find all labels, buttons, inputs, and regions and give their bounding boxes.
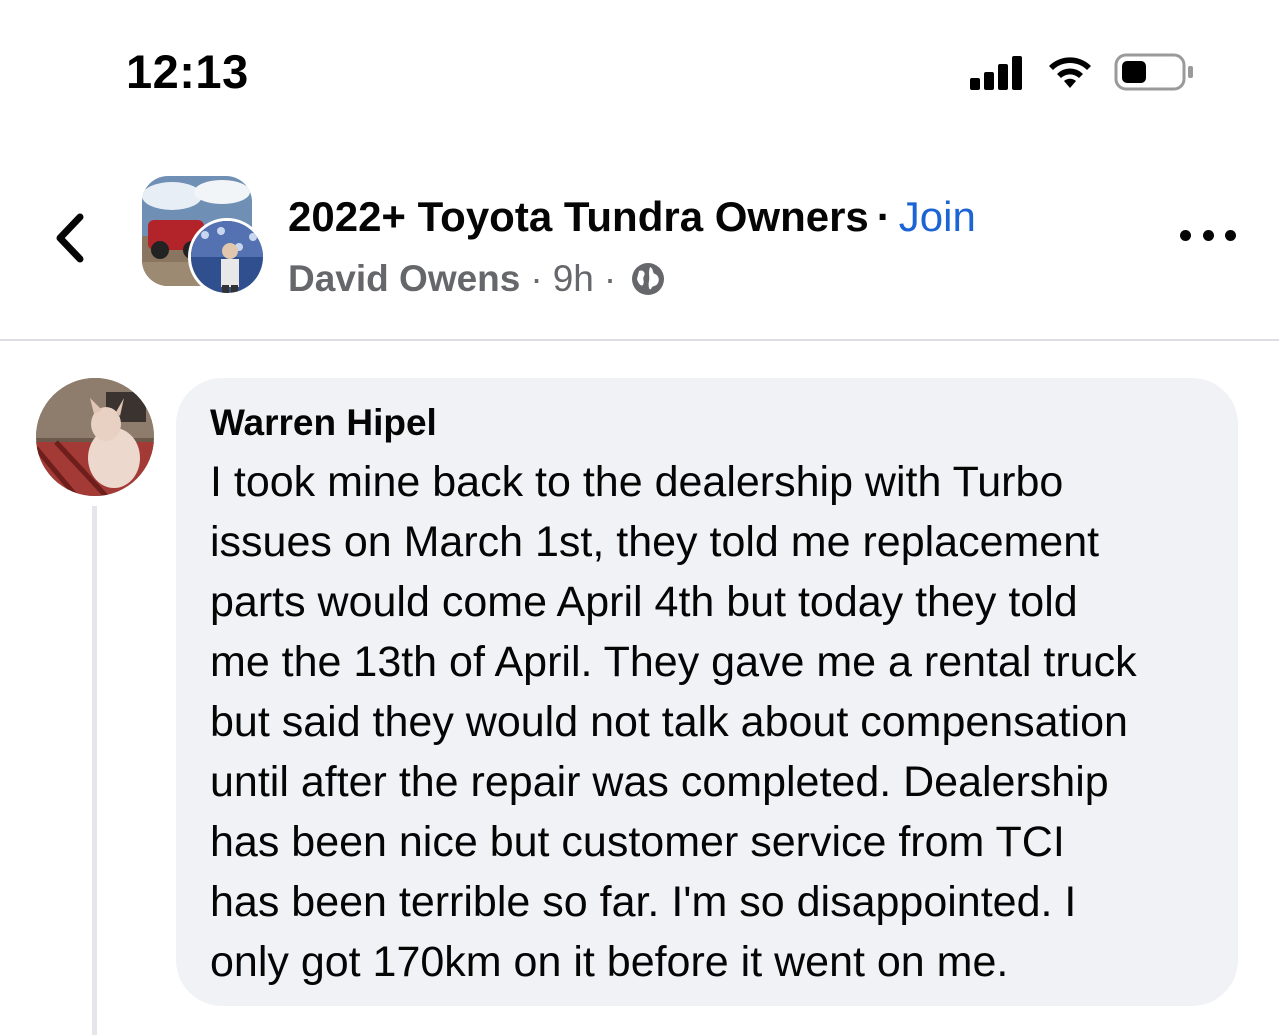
comment-text: I took mine back to the dealership with … bbox=[210, 458, 1137, 986]
more-dot bbox=[1225, 229, 1236, 241]
back-button[interactable] bbox=[46, 208, 94, 268]
meta-separator: · bbox=[530, 258, 543, 299]
header-divider bbox=[0, 339, 1279, 341]
post-author[interactable]: David Owens bbox=[288, 254, 520, 304]
thread-line bbox=[92, 506, 97, 1035]
post-header: 2022+ Toyota Tundra Owners · Join David Ow… bbox=[0, 160, 1279, 340]
commenter-name[interactable]: Warren Hipel bbox=[210, 398, 1208, 448]
wifi-icon bbox=[1049, 57, 1091, 88]
meta-separator-2: · bbox=[603, 258, 617, 299]
post-meta: David Owens · 9h · bbox=[288, 254, 666, 304]
battery-icon bbox=[1114, 53, 1193, 91]
comment-bubble[interactable]: Warren Hipel I took mine back to the dea… bbox=[176, 378, 1238, 1006]
chevron-left-icon bbox=[56, 213, 84, 263]
cellular-signal-icon bbox=[970, 56, 1022, 90]
post-time[interactable]: 9h bbox=[553, 254, 594, 304]
more-options-button[interactable] bbox=[1180, 220, 1236, 250]
status-time: 12:13 bbox=[126, 45, 249, 98]
commenter-avatar[interactable] bbox=[36, 378, 154, 496]
more-dot bbox=[1180, 229, 1191, 241]
status-icons bbox=[968, 52, 1208, 96]
poster-photo bbox=[191, 221, 263, 293]
globe-icon bbox=[632, 263, 665, 295]
group-title-line: 2022+ Toyota Tundra Owners · Join bbox=[288, 190, 976, 244]
title-separator: · bbox=[876, 193, 891, 240]
screen: 12:13 2022+ Toyota Tundra Owners · Join … bbox=[0, 0, 1279, 1035]
join-button[interactable]: Join bbox=[899, 193, 976, 240]
group-name[interactable]: 2022+ Toyota Tundra Owners bbox=[288, 193, 869, 240]
poster-avatar[interactable] bbox=[188, 218, 266, 296]
commenter-photo bbox=[36, 378, 154, 496]
more-dot bbox=[1202, 229, 1214, 241]
